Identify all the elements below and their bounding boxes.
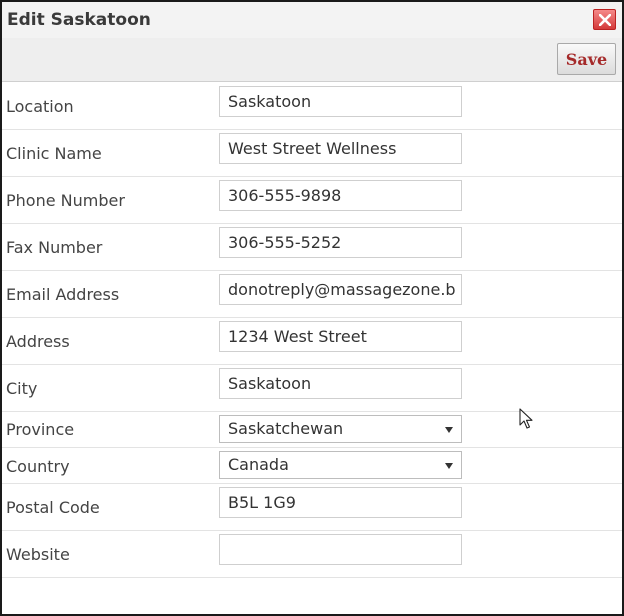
form-row-fax: Fax Number 306-555-5252 <box>2 224 622 271</box>
province-label: Province <box>6 420 75 439</box>
chevron-down-icon <box>445 427 453 433</box>
form-row-address: Address 1234 West Street <box>2 318 622 365</box>
province-selected-value: Saskatchewan <box>228 419 344 438</box>
address-input[interactable]: 1234 West Street <box>219 321 462 352</box>
address-label: Address <box>6 332 70 351</box>
province-select[interactable]: Saskatchewan <box>219 415 462 443</box>
fax-number-label: Fax Number <box>6 238 103 257</box>
form-row-location: Location Saskatoon <box>2 83 622 130</box>
form-row-postal-code: Postal Code B5L 1G9 <box>2 484 622 531</box>
postal-code-label: Postal Code <box>6 498 100 517</box>
dialog-title: Edit Saskatoon <box>7 10 151 30</box>
fax-number-input[interactable]: 306-555-5252 <box>219 227 462 258</box>
website-label: Website <box>6 545 70 564</box>
website-input[interactable] <box>219 534 462 565</box>
phone-number-label: Phone Number <box>6 191 125 210</box>
city-label: City <box>6 379 38 398</box>
city-input[interactable]: Saskatoon <box>219 368 462 399</box>
country-label: Country <box>6 457 70 476</box>
form-row-city: City Saskatoon <box>2 365 622 412</box>
chevron-down-icon <box>445 463 453 469</box>
country-select[interactable]: Canada <box>219 451 462 479</box>
mouse-pointer-icon <box>519 408 533 429</box>
form-row-clinic-name: Clinic Name West Street Wellness <box>2 130 622 177</box>
dialog-toolbar: Save <box>2 38 622 82</box>
country-selected-value: Canada <box>228 455 289 474</box>
save-button[interactable]: Save <box>557 43 616 75</box>
close-button[interactable] <box>593 9 616 30</box>
location-form: Location Saskatoon Clinic Name West Stre… <box>2 83 622 578</box>
form-row-email: Email Address donotreply@massagezone.b <box>2 271 622 318</box>
dialog-titlebar: Edit Saskatoon <box>2 2 622 38</box>
phone-number-input[interactable]: 306-555-9898 <box>219 180 462 211</box>
edit-location-dialog: Edit Saskatoon Save Location Saskatoon C… <box>0 0 624 616</box>
form-row-country: Country Canada <box>2 448 622 484</box>
location-input[interactable]: Saskatoon <box>219 86 462 117</box>
location-label: Location <box>6 97 74 116</box>
clinic-name-label: Clinic Name <box>6 144 102 163</box>
form-row-website: Website <box>2 531 622 578</box>
email-address-input[interactable]: donotreply@massagezone.b <box>219 274 462 305</box>
clinic-name-input[interactable]: West Street Wellness <box>219 133 462 164</box>
close-icon <box>599 14 611 26</box>
form-row-phone: Phone Number 306-555-9898 <box>2 177 622 224</box>
email-address-label: Email Address <box>6 285 120 304</box>
postal-code-input[interactable]: B5L 1G9 <box>219 487 462 518</box>
